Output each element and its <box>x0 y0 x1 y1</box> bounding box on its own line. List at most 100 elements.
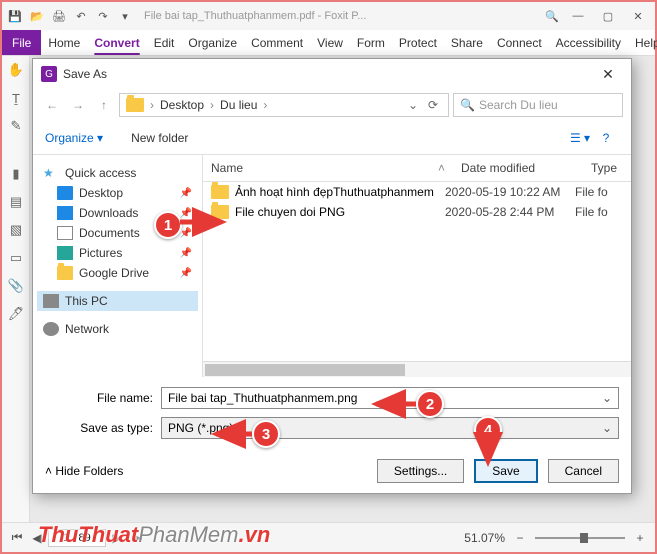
help-icon[interactable]: ? <box>593 127 619 149</box>
sidebar-item-pictures[interactable]: Pictures📌 <box>37 243 198 263</box>
sidebar-item-quick-access[interactable]: ★Quick access <box>37 163 198 183</box>
maximize-icon[interactable]: ▢ <box>595 6 621 26</box>
watermark: ThuThuatPhanMem.vn <box>38 522 270 548</box>
zoom-in-icon[interactable]: + <box>631 529 649 547</box>
breadcrumb-desktop[interactable]: Desktop <box>156 98 208 112</box>
cancel-button[interactable]: Cancel <box>548 459 619 483</box>
document-title: File bai tap_Thuthuatphanmem.pdf - Foxit… <box>144 10 539 22</box>
tab-help[interactable]: Help <box>628 30 657 55</box>
sidebar-item-google-drive[interactable]: Google Drive📌 <box>37 263 198 283</box>
save-button[interactable]: Save <box>474 459 537 483</box>
dialog-fields: File name: File bai tap_Thuthuatphanmem.… <box>33 377 631 453</box>
chevron-down-icon[interactable]: ⌄ <box>598 388 616 408</box>
dialog-body: ★Quick access Desktop📌 Downloads📌 Docume… <box>33 155 631 377</box>
dialog-nav: ← → ↑ › Desktop › Du lieu › ⌄ ⟳ 🔍 Search… <box>33 89 631 121</box>
close-icon[interactable]: ✕ <box>625 6 651 26</box>
type-label: Save as type: <box>73 421 153 435</box>
zoom-slider[interactable] <box>535 537 625 539</box>
horizontal-scrollbar[interactable] <box>203 361 631 377</box>
save-as-dialog: G Save As ✕ ← → ↑ › Desktop › Du lieu › … <box>32 58 632 494</box>
dialog-app-icon: G <box>41 66 57 82</box>
redo-icon[interactable]: ↷ <box>94 7 112 25</box>
zoom-out-icon[interactable]: − <box>511 529 529 547</box>
search-icon[interactable]: 🔍 <box>543 7 561 25</box>
file-tab[interactable]: File <box>2 30 41 55</box>
file-list: Name˄ Date modified Type Ảnh hoạt hình đ… <box>203 155 631 377</box>
qat-more-icon[interactable]: ▾ <box>116 7 134 25</box>
dialog-toolbar: Organize ▾ New folder ☰ ▾ ? <box>33 121 631 155</box>
refresh-icon[interactable]: ⟳ <box>424 98 442 112</box>
signature-panel-icon[interactable]: 🖊 <box>2 300 30 328</box>
nav-pane: ★Quick access Desktop📌 Downloads📌 Docume… <box>33 155 203 377</box>
save-icon[interactable]: 💾 <box>6 7 24 25</box>
nav-forward-icon[interactable]: → <box>67 94 89 116</box>
dialog-titlebar: G Save As ✕ <box>33 59 631 89</box>
sidebar-item-downloads[interactable]: Downloads📌 <box>37 203 198 223</box>
nav-up-icon[interactable]: ↑ <box>93 94 115 116</box>
pin-icon: 📌 <box>180 248 192 259</box>
breadcrumb-dulieu[interactable]: Du lieu <box>216 98 261 112</box>
folder-icon <box>211 205 229 219</box>
tab-organize[interactable]: Organize <box>181 30 244 55</box>
dialog-close-icon[interactable]: ✕ <box>593 62 623 86</box>
dialog-title: Save As <box>63 67 107 81</box>
tab-comment[interactable]: Comment <box>244 30 310 55</box>
tab-convert[interactable]: Convert <box>87 30 146 55</box>
search-box[interactable]: 🔍 Search Du lieu <box>453 93 623 117</box>
left-tool-rail: ✋ Ṯ ✎ ▮ ▤ ▧ ▭ 📎 🖊 <box>2 56 30 522</box>
hide-folders-toggle[interactable]: ˄ Hide Folders <box>45 464 123 478</box>
text-select-icon[interactable]: Ṯ <box>2 84 30 112</box>
pin-icon: 📌 <box>180 228 192 239</box>
attach-panel-icon[interactable]: 📎 <box>2 272 30 300</box>
undo-icon[interactable]: ↶ <box>72 7 90 25</box>
tab-accessibility[interactable]: Accessibility <box>549 30 628 55</box>
print-icon[interactable]: 🖨 <box>50 7 68 25</box>
folder-icon <box>211 185 229 199</box>
tab-home[interactable]: Home <box>41 30 87 55</box>
nav-back-icon[interactable]: ← <box>41 94 63 116</box>
bookmark-panel-icon[interactable]: ▮ <box>2 160 30 188</box>
chevron-down-icon[interactable]: ⌄ <box>598 418 616 438</box>
pages-panel-icon[interactable]: ▤ <box>2 188 30 216</box>
organize-button[interactable]: Organize ▾ <box>45 131 103 145</box>
comments-panel-icon[interactable]: ▭ <box>2 244 30 272</box>
settings-button[interactable]: Settings... <box>377 459 464 483</box>
open-icon[interactable]: 📂 <box>28 7 46 25</box>
zoom-label: 51.07% <box>464 531 505 545</box>
view-options-icon[interactable]: ☰ ▾ <box>567 127 593 149</box>
pin-icon: 📌 <box>180 188 192 199</box>
tab-connect[interactable]: Connect <box>490 30 549 55</box>
sidebar-item-network[interactable]: Network <box>37 319 198 339</box>
dialog-footer: ˄ Hide Folders Settings... Save Cancel <box>33 453 631 493</box>
minimize-icon[interactable]: — <box>565 6 591 26</box>
col-name[interactable]: Name˄ <box>203 155 453 181</box>
folder-item[interactable]: Ảnh hoạt hình đẹpThuthuatphanmem 2020-05… <box>203 182 631 202</box>
layers-panel-icon[interactable]: ▧ <box>2 216 30 244</box>
sidebar-item-desktop[interactable]: Desktop📌 <box>37 183 198 203</box>
sidebar-item-documents[interactable]: Documents📌 <box>37 223 198 243</box>
main-window: 💾 📂 🖨 ↶ ↷ ▾ File bai tap_Thuthuatphanmem… <box>2 2 655 552</box>
app-titlebar: 💾 📂 🖨 ↶ ↷ ▾ File bai tap_Thuthuatphanmem… <box>2 2 655 30</box>
new-folder-button[interactable]: New folder <box>131 131 188 145</box>
address-bar[interactable]: › Desktop › Du lieu › ⌄ ⟳ <box>119 93 449 117</box>
search-placeholder: Search Du lieu <box>479 98 558 112</box>
annotate-icon[interactable]: ✎ <box>2 112 30 140</box>
tab-form[interactable]: Form <box>350 30 392 55</box>
ribbon: File Home Convert Edit Organize Comment … <box>2 30 655 56</box>
hand-tool-icon[interactable]: ✋ <box>2 56 30 84</box>
col-type[interactable]: Type <box>583 155 631 181</box>
tab-edit[interactable]: Edit <box>147 30 182 55</box>
save-type-select[interactable]: PNG (*.png) ⌄ <box>161 417 619 439</box>
filename-input[interactable]: File bai tap_Thuthuatphanmem.png ⌄ <box>161 387 619 409</box>
pin-icon: 📌 <box>180 268 192 279</box>
pin-icon: 📌 <box>180 208 192 219</box>
tab-protect[interactable]: Protect <box>392 30 444 55</box>
folder-item[interactable]: File chuyen doi PNG 2020-05-28 2:44 PM F… <box>203 202 631 222</box>
tab-share[interactable]: Share <box>444 30 490 55</box>
tab-view[interactable]: View <box>310 30 350 55</box>
address-drop-icon[interactable]: ⌄ <box>404 98 422 112</box>
sidebar-item-this-pc[interactable]: This PC <box>37 291 198 311</box>
first-page-icon[interactable]: ⏮ <box>8 529 26 547</box>
col-date[interactable]: Date modified <box>453 155 583 181</box>
search-icon: 🔍 <box>460 98 475 112</box>
